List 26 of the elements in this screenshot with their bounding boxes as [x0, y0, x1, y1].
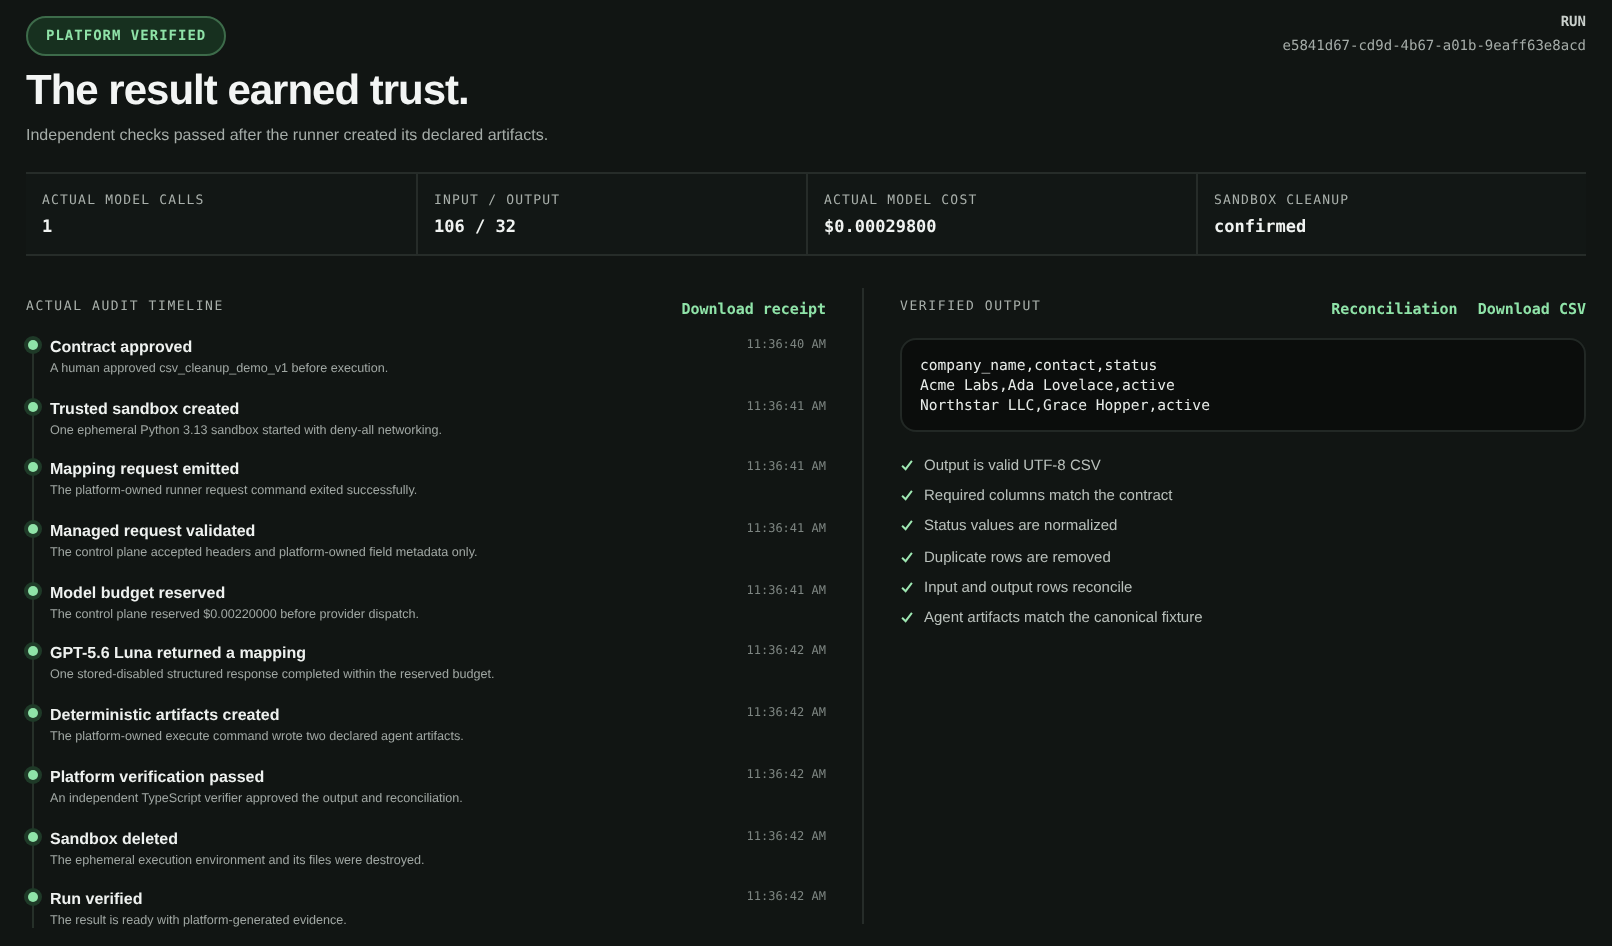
- event-title: Platform verification passed: [50, 767, 267, 786]
- event-title: GPT-5.6 Luna returned a mapping: [50, 644, 309, 663]
- status-dot-icon: [28, 401, 38, 412]
- event-title: Deterministic artifacts created: [50, 706, 282, 725]
- status-dot-icon: [28, 340, 38, 350]
- event-title: Contract approved: [50, 338, 195, 356]
- stat-value: 106 / 32: [434, 218, 518, 238]
- stat-value: 1: [42, 218, 55, 238]
- stat-value: $0.00029800: [824, 218, 939, 238]
- stat-value: confirmed: [1214, 218, 1309, 238]
- event-title: Managed request validated: [50, 522, 258, 541]
- status-dot-icon: [28, 831, 38, 841]
- event-title: Model budget reserved: [50, 583, 228, 602]
- status-dot-icon: [28, 462, 38, 473]
- status-dot-icon: [28, 524, 38, 535]
- event-title: Run verified: [50, 890, 145, 909]
- status-dot-icon: [28, 585, 38, 596]
- page-subtitle: Independent checks passed after the runner created its declared artifacts.: [26, 126, 549, 144]
- status-dot-icon: [28, 646, 38, 657]
- status-dot-icon: [28, 892, 38, 903]
- page-title: The result earned trust.: [26, 68, 471, 116]
- event-title: Mapping request emitted: [50, 460, 242, 479]
- event-title: Sandbox deleted: [50, 829, 181, 847]
- event-title: Trusted sandbox created: [50, 399, 242, 418]
- status-dot-icon: [28, 708, 38, 719]
- status-dot-icon: [28, 769, 38, 780]
